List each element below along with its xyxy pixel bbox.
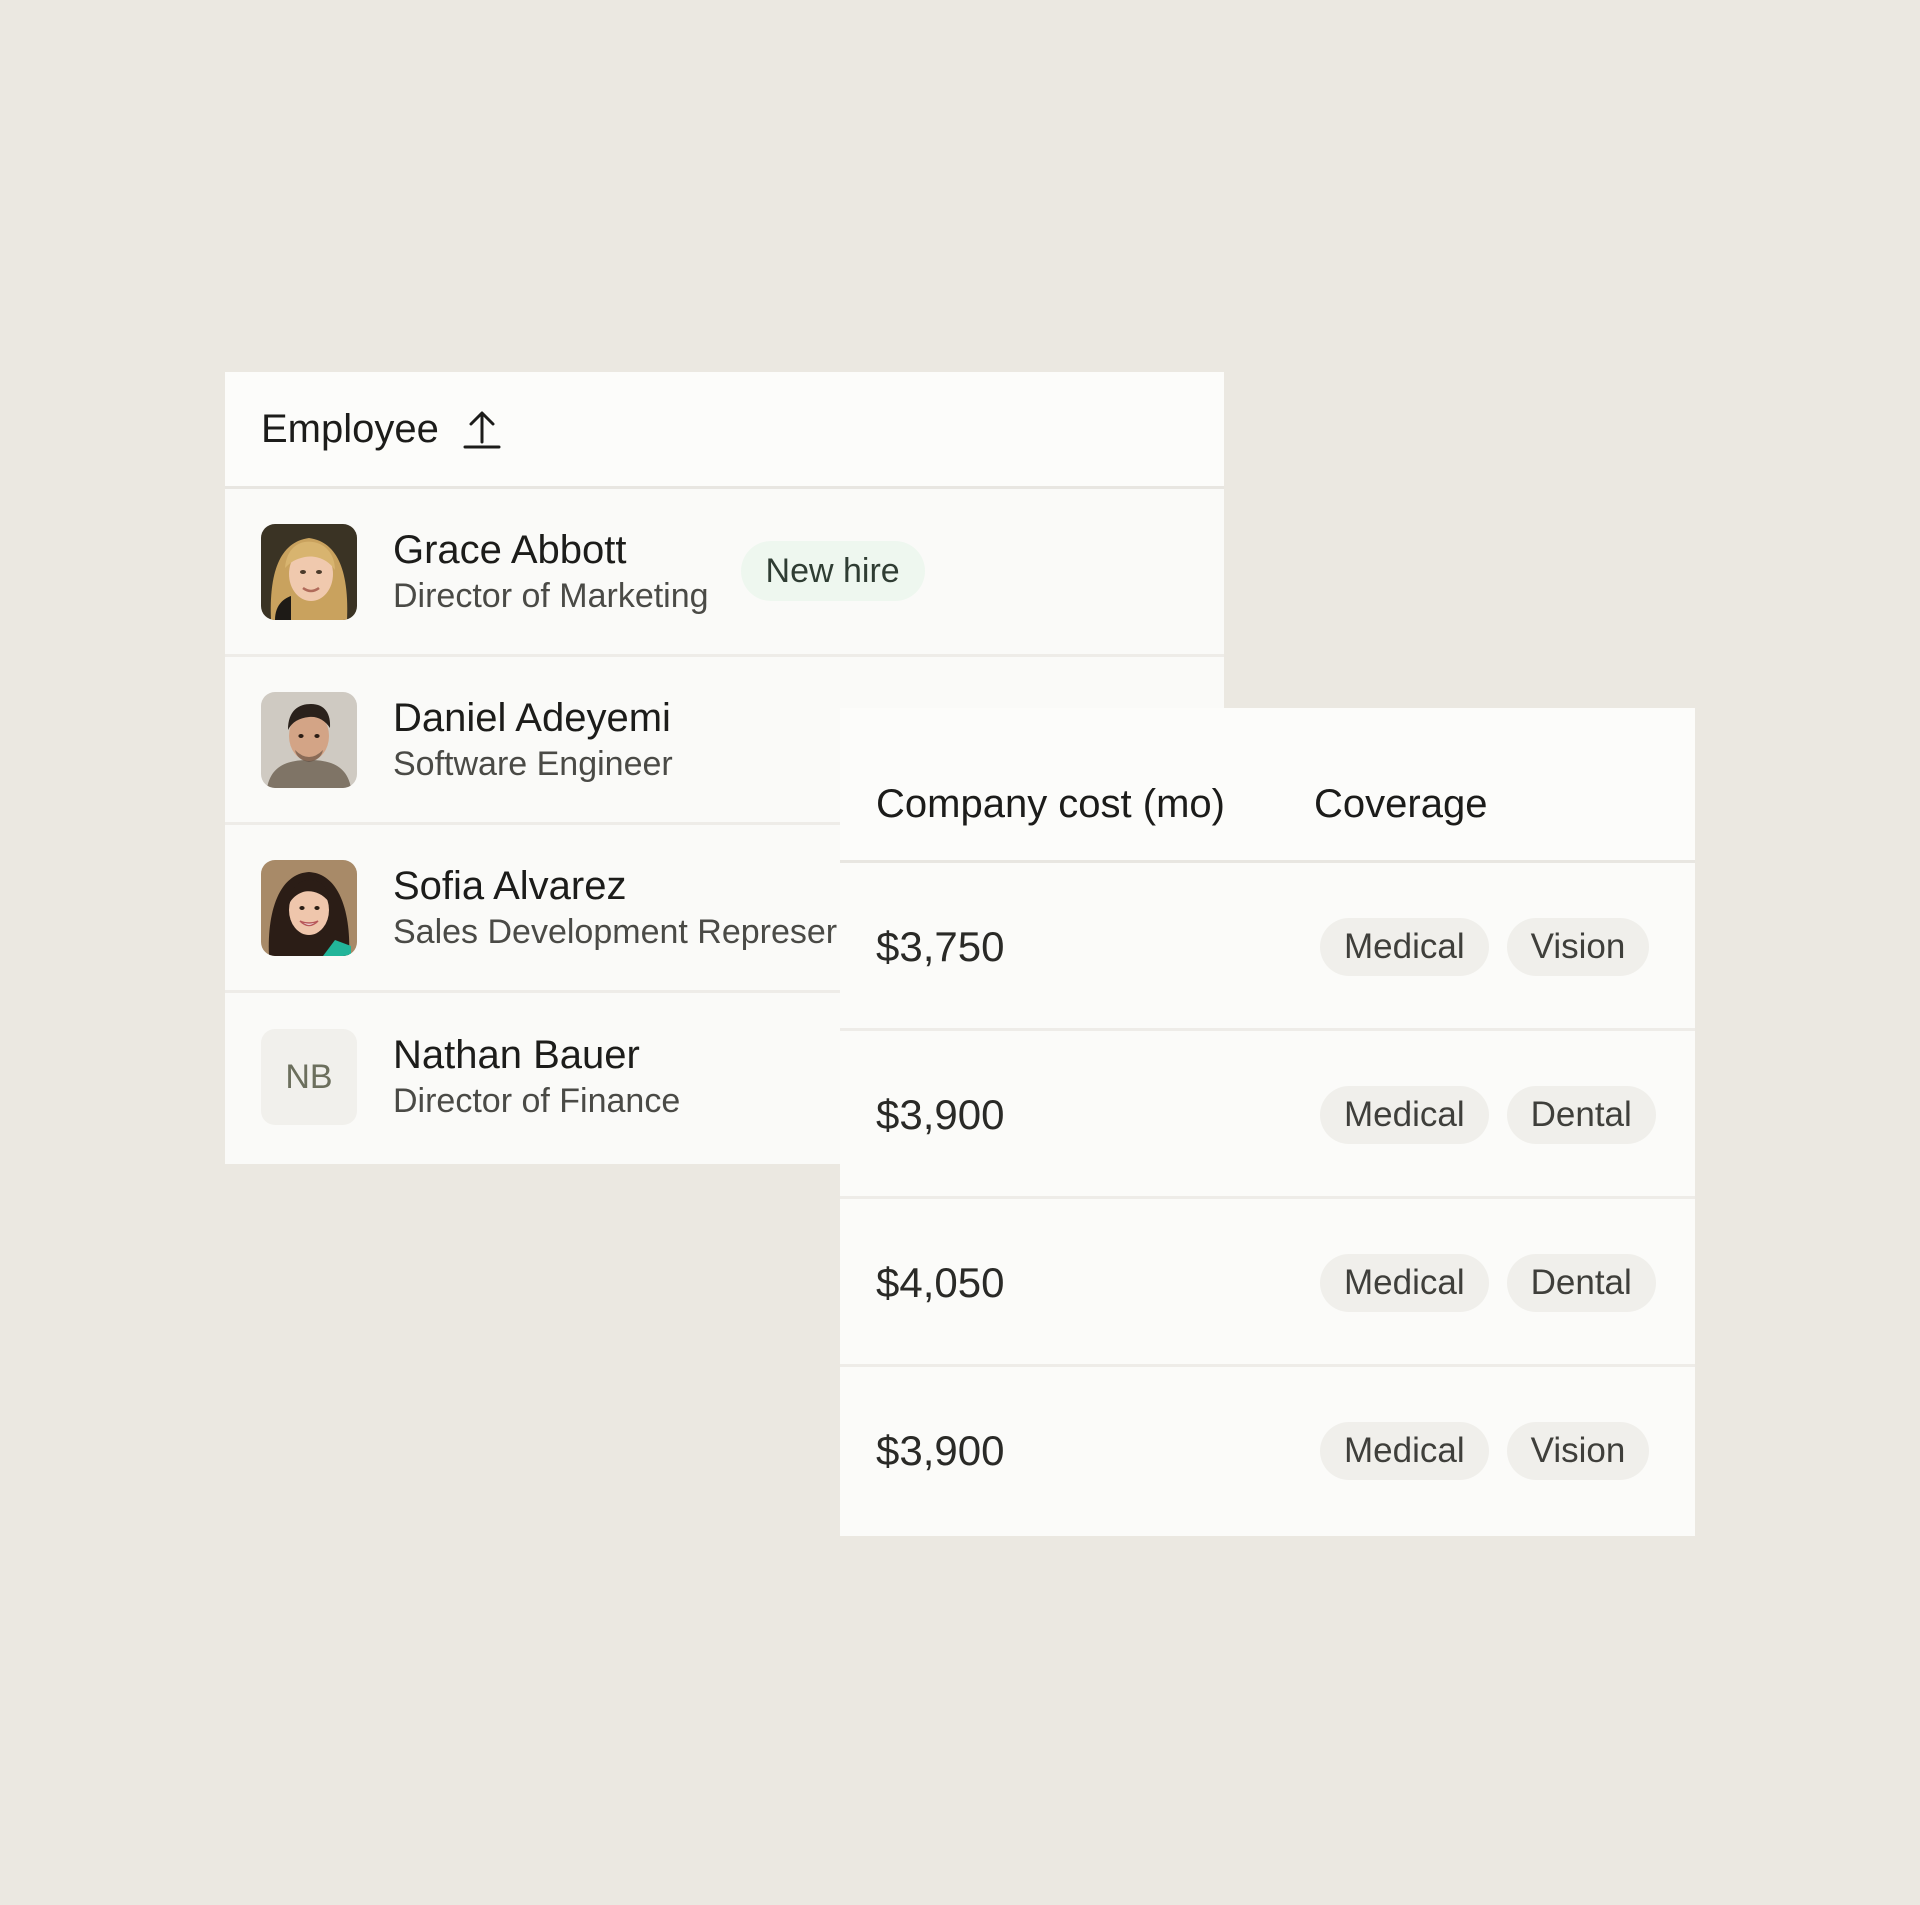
employee-title: Director of Finance	[393, 1082, 681, 1120]
coverage-pill: Vision	[1506, 918, 1650, 976]
employee-name: Sofia Alvarez	[393, 863, 627, 908]
company-cost-value: $4,050	[876, 1259, 1005, 1306]
cost-row[interactable]: $4,050 Medical Dental	[840, 1199, 1695, 1367]
cost-row[interactable]: $3,900 Medical Dental	[840, 1031, 1695, 1199]
avatar	[261, 523, 357, 620]
employee-name: Nathan Bauer	[393, 1033, 640, 1077]
coverage-list: Medical Dental	[1320, 1254, 1656, 1312]
company-cost-value: $3,750	[876, 923, 1005, 970]
arrow-up-icon[interactable]	[463, 408, 501, 450]
coverage-column-header[interactable]: Coverage	[1314, 780, 1487, 828]
coverage-list: Medical Vision	[1320, 1422, 1650, 1480]
coverage-list: Medical Vision	[1320, 918, 1650, 976]
cost-table-header: Company cost (mo) Coverage	[840, 708, 1695, 863]
employee-info: Sofia Alvarez Sales Development Represer	[393, 862, 837, 954]
employee-title: Sales Development Represer	[393, 912, 838, 951]
coverage-pill: Medical	[1320, 918, 1489, 976]
coverage-list: Medical Dental	[1320, 1086, 1656, 1144]
new-hire-badge: New hire	[740, 540, 925, 601]
employee-column-header[interactable]: Employee	[225, 372, 1224, 489]
coverage-pill: Vision	[1506, 1422, 1650, 1480]
avatar	[261, 691, 357, 788]
employee-title: Software Engineer	[393, 744, 673, 783]
cost-row[interactable]: $3,900 Medical Vision	[840, 1367, 1695, 1535]
employee-title: Director of Marketing	[393, 576, 709, 615]
employee-row[interactable]: Grace Abbott Director of Marketing New h…	[225, 489, 1224, 657]
employee-info: Daniel Adeyemi Software Engineer	[393, 694, 673, 786]
cost-coverage-table: Company cost (mo) Coverage $3,750 Medica…	[840, 708, 1695, 1536]
employee-header-label: Employee	[261, 406, 439, 451]
coverage-pill: Dental	[1506, 1086, 1656, 1144]
employee-info: Grace Abbott Director of Marketing	[393, 526, 709, 618]
company-cost-value: $3,900	[876, 1427, 1005, 1474]
coverage-pill: Medical	[1320, 1086, 1489, 1144]
employee-info: Nathan Bauer Director of Finance	[393, 1031, 680, 1123]
coverage-pill: Medical	[1320, 1254, 1489, 1312]
employee-name: Grace Abbott	[393, 527, 627, 572]
coverage-pill: Medical	[1320, 1422, 1489, 1480]
avatar-initials: NB	[261, 1029, 357, 1125]
coverage-pill: Dental	[1506, 1254, 1656, 1312]
employee-name: Daniel Adeyemi	[393, 695, 671, 740]
company-cost-value: $3,900	[876, 1091, 1005, 1138]
cost-row[interactable]: $3,750 Medical Vision	[840, 863, 1695, 1031]
avatar	[261, 859, 357, 956]
company-cost-column-header[interactable]: Company cost (mo)	[876, 780, 1225, 828]
